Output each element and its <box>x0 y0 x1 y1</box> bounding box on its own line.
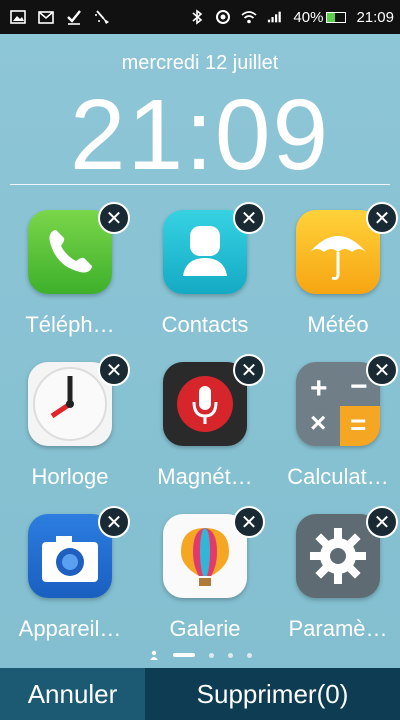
broom-icon <box>94 9 110 25</box>
lockscreen-date: mercredi 12 juillet <box>121 52 279 74</box>
app-label: Horloge <box>31 464 109 489</box>
app-settings[interactable]: ✕ Paramè… <box>268 504 400 654</box>
remove-badge[interactable]: ✕ <box>366 354 398 386</box>
check-icon <box>66 9 82 25</box>
bluetooth-icon <box>189 9 205 25</box>
app-label: Météo <box>307 312 369 337</box>
lockscreen-clock: 21:09 <box>69 79 331 191</box>
remove-badge[interactable]: ✕ <box>366 202 398 234</box>
page-dot-active[interactable] <box>172 653 195 657</box>
app-label: Appareil… <box>18 616 122 641</box>
app-recorder[interactable]: ✕ Magnét… <box>135 352 275 502</box>
battery-icon <box>326 11 347 23</box>
svg-text:+: + <box>310 372 328 405</box>
divider <box>10 184 390 185</box>
remove-badge[interactable]: ✕ <box>233 506 265 538</box>
status-time: 21:09 <box>356 8 394 26</box>
app-gallery[interactable]: ✕ Galerie <box>135 504 275 654</box>
remove-badge[interactable]: ✕ <box>233 202 265 234</box>
remove-badge[interactable]: ✕ <box>98 354 130 386</box>
sync-icon <box>215 9 231 25</box>
battery-indicator: 40% <box>293 8 347 26</box>
remove-badge[interactable]: ✕ <box>233 354 265 386</box>
app-label: Contacts <box>161 312 249 337</box>
signal-icon <box>267 9 283 25</box>
delete-button[interactable]: Supprimer(0) <box>145 668 400 720</box>
svg-text:=: = <box>350 409 366 440</box>
image-icon <box>10 9 26 25</box>
app-weather[interactable]: ✕ Météo <box>268 200 400 350</box>
status-bar: 40% 21:09 <box>0 0 400 34</box>
app-label: Magnét… <box>157 464 253 489</box>
remove-badge[interactable]: ✕ <box>98 202 130 234</box>
app-label: Paramè… <box>288 616 388 641</box>
app-camera[interactable]: ✕ Appareil… <box>0 504 140 654</box>
remove-badge[interactable]: ✕ <box>366 506 398 538</box>
home-screen: 40% 21:09 mercredi 12 juillet 21:09 ✕ Té… <box>0 0 400 668</box>
mail-icon <box>38 9 54 25</box>
app-label: Galerie <box>169 616 241 641</box>
app-clock[interactable]: ✕ Horloge <box>0 352 140 502</box>
app-label: Téléph… <box>25 312 115 337</box>
app-contacts[interactable]: ✕ Contacts <box>135 200 275 350</box>
page-indicator[interactable] <box>0 650 400 660</box>
home-page-icon <box>149 650 159 660</box>
app-phone[interactable]: ✕ Téléph… <box>0 200 140 350</box>
page-dot[interactable] <box>246 652 252 658</box>
action-bar: Annuler Supprimer(0) <box>0 668 400 720</box>
app-label: Calculat… <box>287 464 389 489</box>
page-dot[interactable] <box>227 652 233 658</box>
svg-text:×: × <box>310 407 326 438</box>
svg-text:−: − <box>350 370 368 403</box>
page-dot[interactable] <box>208 652 214 658</box>
wifi-icon <box>241 9 257 25</box>
remove-badge[interactable]: ✕ <box>98 506 130 538</box>
cancel-button[interactable]: Annuler <box>0 668 145 720</box>
battery-percent: 40% <box>293 8 324 26</box>
app-calculator[interactable]: + − × = ✕ Calculat… <box>268 352 400 502</box>
